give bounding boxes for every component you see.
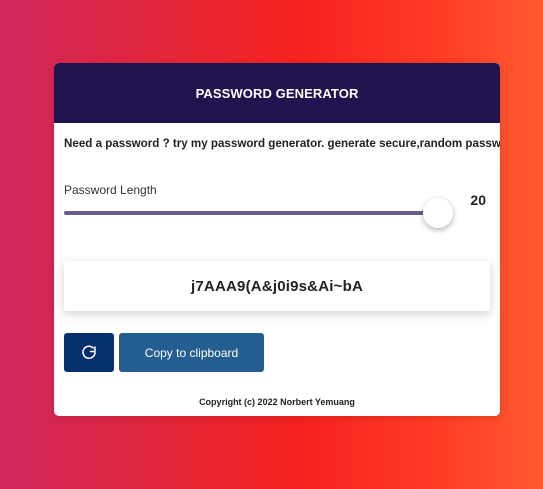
slider-fill xyxy=(64,211,439,215)
intro-text: Need a password ? try my password genera… xyxy=(64,137,500,150)
slider-thumb[interactable] xyxy=(423,198,454,228)
refresh-icon xyxy=(82,345,96,359)
password-output: j7AAA9(A&j0i9s&Ai~bA xyxy=(64,261,490,311)
password-length-value: 20 xyxy=(470,192,486,208)
password-length-label: Password Length xyxy=(64,183,157,197)
generated-password: j7AAA9(A&j0i9s&Ai~bA xyxy=(191,277,363,295)
card-header: PASSWORD GENERATOR xyxy=(54,63,500,123)
password-generator-card: PASSWORD GENERATOR Need a password ? try… xyxy=(54,63,500,416)
password-length-slider[interactable] xyxy=(64,198,454,228)
footer-copyright: Copyright (c) 2022 Norbert Yemuang xyxy=(199,397,355,407)
copy-to-clipboard-button[interactable]: Copy to clipboard xyxy=(119,333,264,372)
page-title: PASSWORD GENERATOR xyxy=(195,85,359,101)
refresh-button[interactable] xyxy=(64,333,114,372)
